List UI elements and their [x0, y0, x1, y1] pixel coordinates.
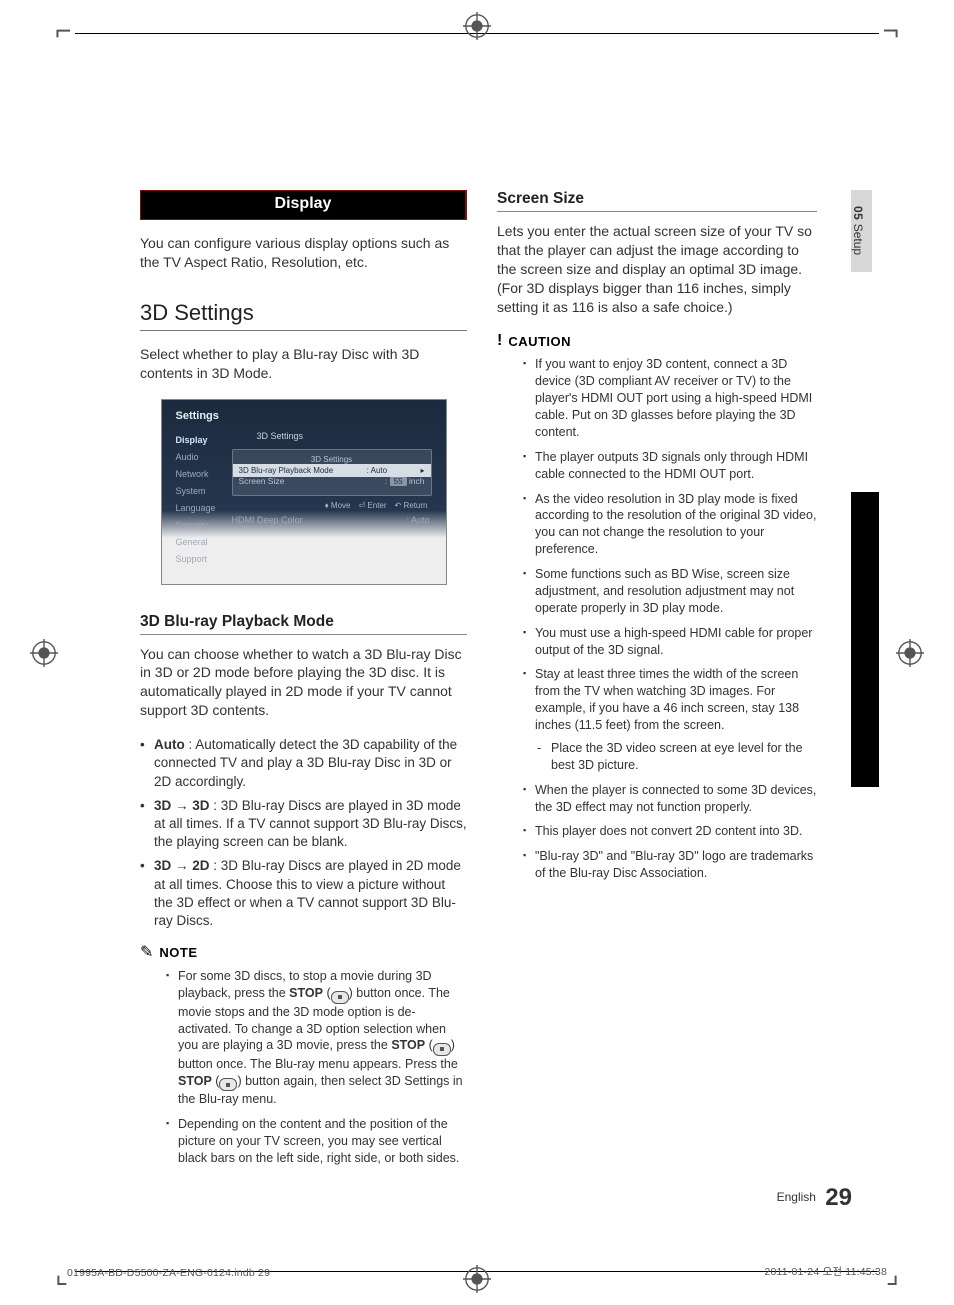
- note-icon: ✎: [140, 942, 153, 962]
- caution-item: Stay at least three times the width of t…: [497, 666, 817, 773]
- osd-nav-display: Display: [176, 432, 228, 449]
- footer-language: English: [777, 1190, 816, 1204]
- option-auto: Auto : Automatically detect the 3D capab…: [140, 736, 467, 791]
- caution-label: CAUTION: [508, 334, 571, 349]
- caution-item: The player outputs 3D signals only throu…: [497, 449, 817, 483]
- chapter-name: Setup: [851, 224, 865, 255]
- osd-extra-row: HDMI Deep Color : Auto: [232, 515, 430, 525]
- registration-mark-bottom: [463, 1265, 491, 1293]
- crop-mark-br: ⌟: [886, 1257, 899, 1290]
- heading-3d-settings: 3D Settings: [140, 300, 467, 326]
- registration-mark-right: [896, 639, 924, 667]
- page-footer: English 29: [777, 1184, 852, 1212]
- note-header: ✎ NOTE: [140, 942, 467, 962]
- screen-size-body: Lets you enter the actual screen size of…: [497, 222, 817, 316]
- playback-mode-options: Auto : Automatically detect the 3D capab…: [140, 736, 467, 930]
- caution-item: As the video resolution in 3D play mode …: [497, 491, 817, 559]
- source-file-label: 01995A-BD-D5500-ZA-ENG-0124.indb 29: [67, 1267, 270, 1279]
- osd-hint-enter: ⏎ Enter: [358, 501, 386, 510]
- caution-item: You must use a high-speed HDMI cable for…: [497, 625, 817, 659]
- osd-nav-support: Support: [176, 551, 228, 568]
- chapter-number: 05: [851, 206, 865, 220]
- osd-screenshot: Settings Display Audio Network System La…: [161, 399, 447, 585]
- option-3d-2d: 3D → 2D : 3D Blu-ray Discs are played in…: [140, 857, 467, 930]
- note-label: NOTE: [159, 945, 197, 960]
- crop-mark-tl: ⌐: [55, 15, 71, 47]
- registration-mark-top: [463, 12, 491, 40]
- caution-item: "Blu-ray 3D" and "Blu-ray 3D" logo are t…: [497, 848, 817, 882]
- osd-hints: ♦ Move ⏎ Enter ↶ Return: [325, 501, 428, 510]
- caution-subitem: Place the 3D video screen at eye level f…: [535, 740, 817, 774]
- sub-rule-1: [140, 634, 467, 635]
- chapter-tab: 05 Setup: [851, 190, 879, 787]
- chapter-tab-label: 05 Setup: [851, 190, 872, 272]
- osd-nav-language: Language: [176, 500, 228, 517]
- display-intro-text: You can configure various display option…: [140, 234, 467, 272]
- osd-nav-general: General: [176, 534, 228, 551]
- chapter-tab-black: [851, 492, 879, 787]
- note-list: For some 3D discs, to stop a movie durin…: [140, 968, 467, 1167]
- stop-button-icon: [433, 1043, 451, 1056]
- osd-extra-value: : Auto: [406, 515, 429, 525]
- option-3d-3d: 3D → 3D : 3D Blu-ray Discs are played in…: [140, 797, 467, 852]
- caution-icon: !: [497, 332, 502, 350]
- osd-panel-title: 3D Settings: [239, 455, 425, 464]
- page-number: 29: [825, 1184, 852, 1211]
- build-timestamp: 2011-01-24 오전 11:45:38: [764, 1264, 887, 1279]
- right-column: Screen Size Lets you enter the actual sc…: [497, 190, 817, 1175]
- osd-row2: Screen Size : 55 inch: [239, 476, 425, 486]
- osd-nav-network: Network: [176, 466, 228, 483]
- osd-breadcrumb: 3D Settings: [257, 431, 304, 441]
- osd-row1-arrow-icon: ▸: [420, 466, 424, 475]
- caution-item: This player does not convert 2D content …: [497, 823, 817, 840]
- stop-button-icon: [331, 991, 349, 1004]
- 3d-playback-body: You can choose whether to watch a 3D Blu…: [140, 645, 467, 721]
- 3d-settings-body: Select whether to play a Blu-ray Disc wi…: [140, 345, 467, 383]
- caution-item: Some functions such as BD Wise, screen s…: [497, 566, 817, 617]
- osd-hint-return: ↶ Return: [395, 501, 428, 510]
- note-item-2: Depending on the content and the positio…: [140, 1116, 467, 1167]
- caution-item: If you want to enjoy 3D content, connect…: [497, 356, 817, 440]
- osd-nav-security: Security: [176, 517, 228, 534]
- caution-header: ! CAUTION: [497, 332, 817, 350]
- stop-button-icon: [219, 1078, 237, 1091]
- osd-extra-label: HDMI Deep Color: [232, 515, 303, 525]
- heading-screen-size: Screen Size: [497, 190, 817, 208]
- sub-rule-2: [497, 211, 817, 212]
- heading-3d-playback-mode: 3D Blu-ray Playback Mode: [140, 613, 467, 631]
- registration-mark-left: [30, 639, 58, 667]
- osd-nav: Display Audio Network System Language Se…: [176, 432, 228, 568]
- osd-nav-audio: Audio: [176, 449, 228, 466]
- osd-nav-system: System: [176, 483, 228, 500]
- crop-mark-tr: ¬: [883, 15, 899, 47]
- osd-row2-label: Screen Size: [239, 476, 285, 486]
- manual-page: ⌐ ¬ ⌞ ⌟ 05 Setup Display You can configu…: [0, 0, 954, 1305]
- osd-row2-unit: inch: [409, 476, 425, 486]
- caution-item: When the player is connected to some 3D …: [497, 782, 817, 816]
- osd-panel: 3D Settings 3D Blu-ray Playback Mode : A…: [232, 449, 432, 496]
- note-item-1: For some 3D discs, to stop a movie durin…: [140, 968, 467, 1108]
- caution-list: If you want to enjoy 3D content, connect…: [497, 356, 817, 882]
- osd-title: Settings: [176, 410, 219, 422]
- osd-row2-value: 55: [390, 477, 407, 486]
- section-banner-display: Display: [140, 190, 467, 220]
- osd-row1-label: 3D Blu-ray Playback Mode: [239, 466, 334, 475]
- left-column: Display You can configure various displa…: [140, 190, 467, 1175]
- heading-rule: [140, 330, 467, 331]
- osd-hint-move: ♦ Move: [325, 501, 351, 510]
- osd-row1-value: : Auto: [367, 466, 387, 475]
